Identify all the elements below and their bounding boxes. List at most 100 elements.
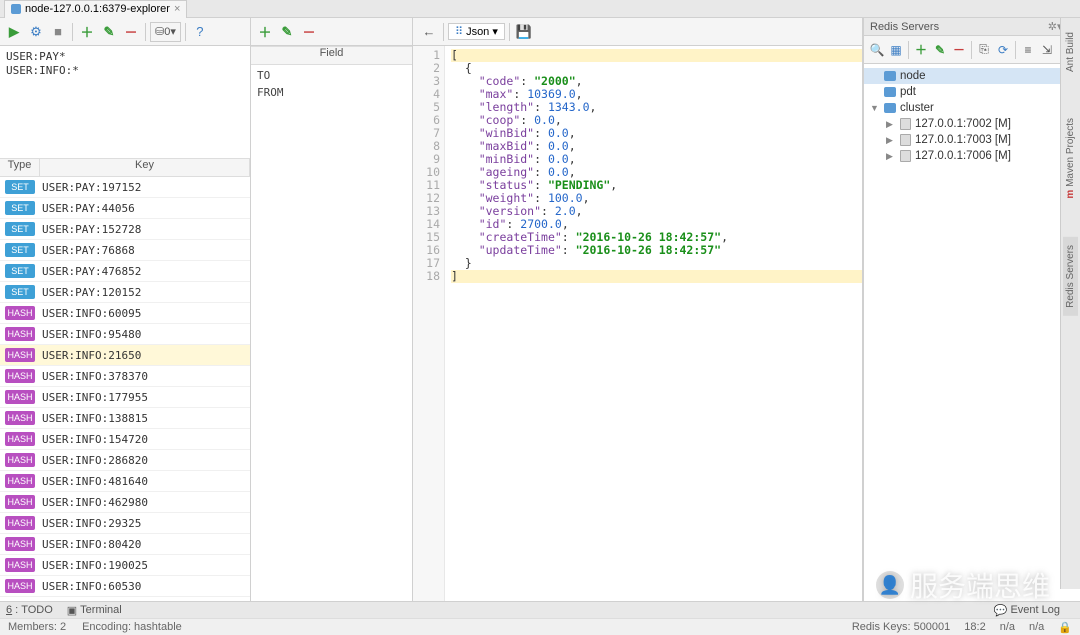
redis-icon — [11, 4, 21, 14]
server-icon — [900, 134, 911, 146]
save-button[interactable]: 💾 — [514, 22, 534, 42]
back-button[interactable]: ← — [419, 22, 439, 42]
key-row[interactable]: HASHUSER:INFO:190025 — [0, 555, 250, 576]
settings-icon[interactable]: ≡ — [1019, 40, 1037, 60]
node-label: 127.0.0.1:7003 [M] — [915, 134, 1011, 146]
key-row[interactable]: SETUSER:PAY:476852 — [0, 261, 250, 282]
database-icon — [884, 87, 896, 97]
fields-panel: ＋ ✎ － Field TOFROM — [251, 18, 413, 601]
event-log-button[interactable]: 💬 Event Log — [994, 604, 1060, 617]
expand-arrow-icon[interactable]: ▼ — [870, 103, 880, 113]
expand-arrow-icon[interactable]: ▶ — [886, 119, 896, 130]
tree-node[interactable]: ▶ 127.0.0.1:7002 [M] — [864, 116, 1080, 132]
servers-title: Redis Servers — [870, 21, 939, 33]
key-name: USER:INFO:154720 — [40, 433, 250, 446]
key-row[interactable]: SET USER:PAY:152728 — [0, 219, 250, 240]
status-bar: Members: 2 Encoding: hashtable Redis Key… — [0, 618, 1080, 635]
editor-tab-bar: node-127.0.0.1:6379-explorer × — [0, 0, 1080, 18]
key-row[interactable]: HASHUSER:INFO:481640 — [0, 471, 250, 492]
add-field-button[interactable]: ＋ — [255, 22, 275, 42]
type-badge: HASH — [5, 495, 35, 509]
tree-node[interactable]: ▶127.0.0.1:7006 [M] — [864, 148, 1080, 164]
key-name: USER:INFO:286820 — [40, 454, 250, 467]
col-type[interactable]: Type — [0, 159, 40, 176]
expand-icon[interactable]: ⇲ — [1038, 40, 1056, 60]
json-icon: ⠿ — [455, 25, 463, 38]
key-row[interactable]: HASHUSER:INFO:29325 — [0, 513, 250, 534]
key-row[interactable]: HASHUSER:INFO:60095 — [0, 303, 250, 324]
key-row[interactable]: HASHUSER:INFO:60530 — [0, 576, 250, 597]
type-badge: HASH — [5, 369, 35, 383]
field-item[interactable]: FROM — [257, 84, 406, 101]
indicator-1: n/a — [1000, 621, 1015, 634]
code-area[interactable]: [ { "code": "2000", "max": 10369.0, "len… — [445, 46, 862, 601]
edit-field-button[interactable]: ✎ — [277, 22, 297, 42]
type-badge: HASH — [5, 390, 35, 404]
tab-ant-build[interactable]: Ant Build — [1063, 24, 1078, 80]
key-list[interactable]: SETUSER:PAY:197152SETUSER:PAY:44056SETUS… — [0, 177, 250, 601]
db-selector[interactable]: ⛁ 0 ▾ — [150, 22, 181, 42]
server-tree[interactable]: nodepdt▼cluster▶127.0.0.1:7002 [M]▶127.0… — [864, 64, 1080, 601]
type-badge: HASH — [5, 411, 35, 425]
key-name: USER:INFO:60095 — [40, 307, 250, 320]
key-row[interactable]: SETUSER:PAY:44056 — [0, 198, 250, 219]
refresh-icon[interactable]: ⟳ — [994, 40, 1012, 60]
key-row[interactable]: HASHUSER:INFO:154720 — [0, 429, 250, 450]
tab-maven[interactable]: m Maven Projects — [1063, 110, 1078, 207]
key-row[interactable]: HASHUSER:INFO:138815 — [0, 408, 250, 429]
remove-server-button[interactable]: － — [950, 40, 968, 60]
delete-button[interactable]: － — [121, 22, 141, 42]
key-row[interactable]: SETUSER:PAY:197152 — [0, 177, 250, 198]
field-item[interactable]: TO — [257, 67, 406, 84]
add-button[interactable]: ＋ — [77, 22, 97, 42]
key-name: USER:PAY:152728 — [40, 223, 250, 236]
tree-node[interactable]: pdt — [864, 84, 1080, 100]
key-row[interactable]: HASHUSER:INFO:462980 — [0, 492, 250, 513]
node-label: 127.0.0.1:7002 [M] — [915, 118, 1011, 130]
key-row[interactable]: HASHUSER:INFO:21650 — [0, 345, 250, 366]
col-key[interactable]: Key — [40, 159, 250, 176]
type-badge: SET — [5, 285, 35, 299]
delete-field-button[interactable]: － — [299, 22, 319, 42]
editor-tab[interactable]: node-127.0.0.1:6379-explorer × — [4, 0, 187, 18]
query-input[interactable]: USER:PAY* USER:INFO:* — [0, 46, 250, 158]
add-server-button[interactable]: ＋ — [912, 40, 930, 60]
help-button[interactable]: ? — [190, 22, 210, 42]
key-row[interactable]: HASHUSER:INFO:95480 — [0, 324, 250, 345]
tree-node[interactable]: ▼cluster — [864, 100, 1080, 116]
tab-redis-servers[interactable]: Redis Servers — [1063, 237, 1078, 316]
console-button[interactable]: ▦ — [887, 40, 905, 60]
view-mode-dropdown[interactable]: ⠿ Json ▾ — [448, 23, 505, 40]
key-row[interactable]: HASHUSER:INFO:378370 — [0, 366, 250, 387]
field-list[interactable]: TOFROM — [251, 65, 412, 601]
config-button[interactable]: ⚙ — [26, 22, 46, 42]
todo-button[interactable]: 6: TODO — [6, 604, 53, 616]
lock-icon[interactable]: 🔒 — [1058, 621, 1072, 634]
edit-button[interactable]: ✎ — [99, 22, 119, 42]
terminal-button[interactable]: ▣ Terminal — [67, 604, 122, 617]
run-button[interactable]: ▶ — [4, 22, 24, 42]
edit-server-button[interactable]: ✎ — [931, 40, 949, 60]
key-row[interactable]: HASHUSER:INFO:177955 — [0, 387, 250, 408]
tree-node[interactable]: node — [864, 68, 1080, 84]
node-label: node — [900, 70, 926, 82]
tool-window-tabs: Ant Build m Maven Projects Redis Servers — [1060, 18, 1080, 589]
expand-arrow-icon[interactable]: ▶ — [886, 151, 896, 162]
key-row[interactable]: HASHUSER:INFO:80420 — [0, 534, 250, 555]
key-name: USER:INFO:95480 — [40, 328, 250, 341]
type-badge: HASH — [5, 537, 35, 551]
stop-button[interactable]: ■ — [48, 22, 68, 42]
key-name: USER:INFO:481640 — [40, 475, 250, 488]
type-badge: HASH — [5, 453, 35, 467]
expand-arrow-icon[interactable]: ▶ — [886, 135, 896, 146]
duplicate-button[interactable]: ⎘ — [975, 40, 993, 60]
search-icon[interactable]: 🔍 — [868, 40, 886, 60]
close-icon[interactable]: × — [174, 3, 180, 15]
keys-panel: ▶ ⚙ ■ ＋ ✎ － ⛁ 0 ▾ ? USER:PAY* USER:INFO:… — [0, 18, 251, 601]
key-row[interactable]: HASH USER:INFO:286820 — [0, 450, 250, 471]
key-row[interactable]: SETUSER:PAY:76868 — [0, 240, 250, 261]
type-badge: SET — [5, 222, 35, 236]
cursor-pos: 18:2 — [964, 621, 985, 634]
key-row[interactable]: SETUSER:PAY:120152 — [0, 282, 250, 303]
tree-node[interactable]: ▶ 127.0.0.1:7003 [M] — [864, 132, 1080, 148]
